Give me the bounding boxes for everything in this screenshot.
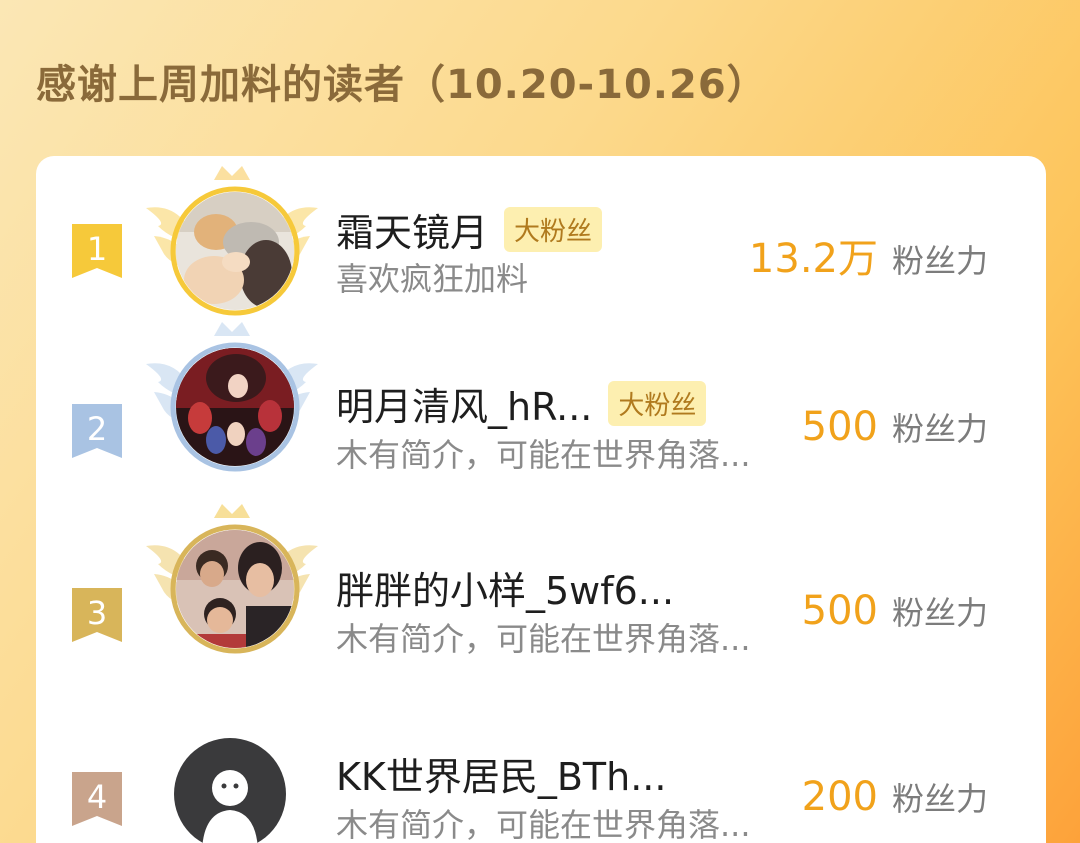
reader-name[interactable]: 霜天镜月 xyxy=(336,202,488,257)
ranking-row-3[interactable]: 3 胖胖的小样_5wf6... 木有简介，可能在世界角落... 500 粉丝力 xyxy=(36,504,1046,680)
reader-name[interactable]: 胖胖的小样_5wf6... xyxy=(336,560,674,615)
rank-ribbon-bronze-icon: 3 xyxy=(72,588,122,642)
rank-ribbon-gold-icon: 1 xyxy=(72,224,122,278)
fan-power-label: 粉丝力 xyxy=(891,410,988,448)
fan-power-score: 200 xyxy=(801,774,878,820)
reader-description: 木有简介，可能在世界角落... xyxy=(336,620,751,658)
big-fan-badge: 大粉丝 xyxy=(608,381,707,426)
reader-name[interactable]: 明月清风_hR... xyxy=(336,376,592,431)
default-user-avatar[interactable] xyxy=(174,738,286,843)
ranking-row-4[interactable]: 4 KK世界居民_BTh... 木有简介，可能在世界角落... 200 粉丝力 xyxy=(36,716,1046,843)
big-fan-badge: 大粉丝 xyxy=(504,207,603,252)
rank-ribbon-silver-icon: 2 xyxy=(72,404,122,458)
avatar-frame xyxy=(142,500,322,660)
rank-number: 4 xyxy=(86,778,108,816)
avatar-frame xyxy=(142,712,322,843)
avatar-frame xyxy=(142,162,322,322)
rank-ribbon-rank4-icon: 4 xyxy=(72,772,122,826)
avatar-frame xyxy=(142,318,322,478)
fan-power-label: 粉丝力 xyxy=(891,242,988,280)
fan-power-score: 13.2万 xyxy=(748,236,878,282)
fan-power-label: 粉丝力 xyxy=(891,594,988,632)
rank-number: 1 xyxy=(86,230,108,268)
fan-power-label: 粉丝力 xyxy=(891,780,988,818)
fan-power-score: 500 xyxy=(801,588,878,634)
anime-figure-avatar[interactable] xyxy=(176,192,294,310)
ranking-list: 1 霜天镜月 大粉丝 喜欢疯狂加料 13.2万 粉丝力 2 明月清风_hR...… xyxy=(36,156,1046,843)
fan-power-score: 500 xyxy=(801,404,878,450)
rank-number: 2 xyxy=(86,410,108,448)
page-title: 感谢上周加料的读者（10.20-10.26） xyxy=(36,62,768,108)
rank-number: 3 xyxy=(86,594,108,632)
reader-description: 木有简介，可能在世界角落... xyxy=(336,806,751,843)
reader-name[interactable]: KK世界居民_BTh... xyxy=(336,746,666,801)
reader-description: 木有简介，可能在世界角落... xyxy=(336,436,751,474)
ranking-row-1[interactable]: 1 霜天镜月 大粉丝 喜欢疯狂加料 13.2万 粉丝力 xyxy=(36,156,1046,316)
ranking-row-2[interactable]: 2 明月清风_hR... 大粉丝 木有简介，可能在世界角落... 500 粉丝力 xyxy=(36,322,1046,496)
family-photo-avatar[interactable] xyxy=(176,530,294,648)
anime-group-avatar[interactable] xyxy=(176,348,294,466)
reader-description: 喜欢疯狂加料 xyxy=(336,260,529,298)
